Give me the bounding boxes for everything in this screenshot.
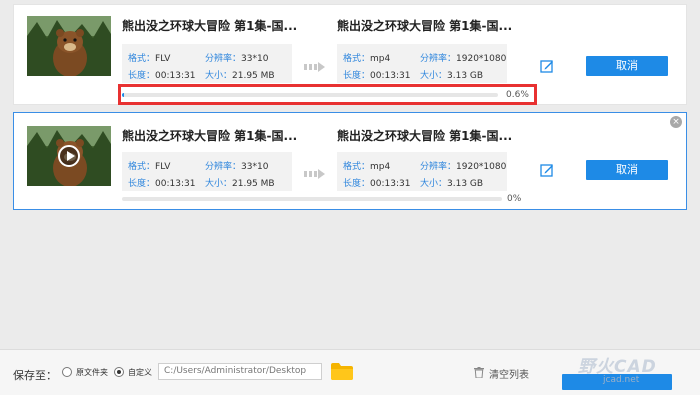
format-value: FLV — [155, 54, 171, 64]
radio-source-folder[interactable] — [62, 367, 72, 377]
source-title: 熊出没之环球大冒险 第1集-国... — [122, 129, 298, 143]
play-icon[interactable] — [58, 145, 80, 167]
size-value: 3.13 GB — [447, 71, 484, 81]
resolution-value: 1920*1080 — [456, 54, 507, 64]
output-title: 熊出没之环球大冒险 第1集-国... — [337, 129, 513, 143]
option-source-folder-label[interactable]: 原文件夹 — [76, 367, 108, 378]
source-info-panel: 格式：FLV 分辨率：33*10 长度：00:13:31 大小：21.95 MB — [122, 152, 292, 191]
convert-arrow-icon — [304, 168, 326, 180]
format-value: mp4 — [370, 54, 391, 64]
resolution-value: 33*10 — [241, 162, 269, 172]
format-value: FLV — [155, 162, 171, 172]
convert-arrow-icon — [304, 61, 326, 73]
size-label: 大小： — [420, 71, 448, 81]
progress-bar — [122, 197, 502, 201]
footer-bar: 保存至： 原文件夹 自定义 C:/Users/Administrator/Des… — [0, 349, 700, 395]
cancel-button[interactable]: 取消 — [586, 160, 668, 180]
size-label: 大小： — [420, 179, 448, 189]
resolution-value: 33*10 — [241, 54, 269, 64]
size-value: 3.13 GB — [447, 179, 484, 189]
progress-text: 0% — [507, 194, 522, 204]
format-label: 格式： — [128, 162, 156, 172]
save-path-input[interactable]: C:/Users/Administrator/Desktop — [158, 363, 322, 380]
video-thumbnail[interactable] — [27, 16, 111, 76]
output-info-panel: 格式：mp4 分辨率：1920*1080 长度：00:13:31 大小：3.13… — [337, 152, 507, 191]
source-info-panel: 格式：FLV 分辨率：33*10 长度：00:13:31 大小：21.95 MB — [122, 44, 292, 83]
duration-value: 00:13:31 — [370, 179, 411, 189]
resolution-label: 分辨率： — [205, 54, 242, 64]
duration-value: 00:13:31 — [370, 71, 411, 81]
size-value: 21.95 MB — [232, 71, 275, 81]
clear-list-button[interactable]: 清空列表 — [489, 366, 529, 381]
source-title: 熊出没之环球大冒险 第1集-国... — [122, 19, 298, 33]
resolution-label: 分辨率： — [205, 162, 242, 172]
trash-icon[interactable] — [474, 367, 484, 378]
format-label: 格式： — [343, 54, 371, 64]
save-to-label: 保存至： — [13, 369, 57, 382]
bear-thumbnail-image — [27, 16, 111, 76]
size-label: 大小： — [205, 71, 233, 81]
resolution-value: 1920*1080 — [456, 162, 507, 172]
radio-custom[interactable] — [114, 367, 124, 377]
format-label: 格式： — [128, 54, 156, 64]
duration-value: 00:13:31 — [155, 179, 196, 189]
duration-label: 长度： — [343, 179, 371, 189]
size-label: 大小： — [205, 179, 233, 189]
resolution-label: 分辨率： — [420, 162, 457, 172]
conversion-task-2[interactable]: × 熊出没之环球大冒险 第1集-国... 格式：FLV 分辨率：33*10 长度… — [13, 112, 687, 210]
duration-label: 长度： — [128, 179, 156, 189]
folder-icon[interactable] — [331, 363, 353, 380]
size-value: 21.95 MB — [232, 179, 275, 189]
close-icon[interactable]: × — [670, 116, 682, 128]
duration-label: 长度： — [128, 71, 156, 81]
format-label: 格式： — [343, 162, 371, 172]
edit-icon[interactable] — [540, 59, 554, 73]
output-info-panel: 格式：mp4 分辨率：1920*1080 长度：00:13:31 大小：3.13… — [337, 44, 507, 83]
highlight-box — [118, 84, 537, 105]
edit-icon[interactable] — [540, 163, 554, 177]
duration-value: 00:13:31 — [155, 71, 196, 81]
output-title: 熊出没之环球大冒险 第1集-国... — [337, 19, 513, 33]
option-custom-label[interactable]: 自定义 — [128, 367, 152, 378]
watermark-logo: 野火CAD — [578, 357, 657, 377]
duration-label: 长度： — [343, 71, 371, 81]
resolution-label: 分辨率： — [420, 54, 457, 64]
format-value: mp4 — [370, 162, 391, 172]
cancel-button[interactable]: 取消 — [586, 56, 668, 76]
watermark-url: jcad.net — [603, 375, 640, 385]
video-thumbnail[interactable] — [27, 126, 111, 186]
